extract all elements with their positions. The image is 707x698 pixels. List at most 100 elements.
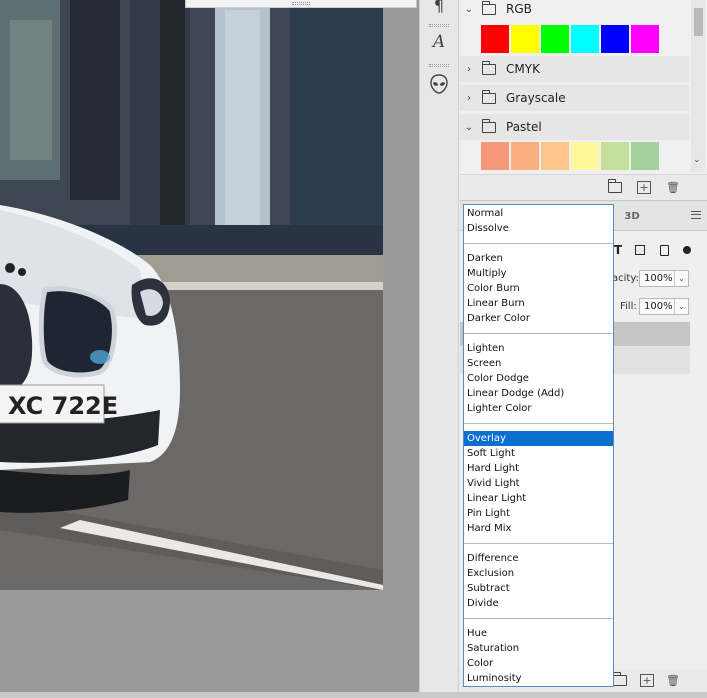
chevron-down-icon[interactable]: ⌄ — [460, 4, 478, 15]
menu-separator — [464, 236, 613, 251]
blend-mode-linear-light[interactable]: Linear Light — [464, 491, 613, 506]
swatch[interactable] — [601, 142, 629, 170]
car-photo: XC 722E — [0, 0, 383, 590]
blend-mode-soft-light[interactable]: Soft Light — [464, 446, 613, 461]
swatch-group-cmyk[interactable]: › CMYK — [460, 56, 689, 82]
blend-mode-color[interactable]: Color — [464, 656, 613, 671]
chevron-right-icon[interactable]: › — [460, 64, 478, 75]
swatches-panel: ⌄ RGB › CMYK › Grayscale ⌄ Pastel — [460, 0, 707, 200]
swatch[interactable] — [571, 142, 599, 170]
fill-label: Fill: — [620, 301, 637, 312]
opacity-field[interactable]: 100% ⌄ — [639, 270, 689, 287]
swatches-scrollbar[interactable]: ⌄ — [691, 0, 705, 172]
swatch[interactable] — [511, 25, 539, 53]
blend-mode-linear-burn[interactable]: Linear Burn — [464, 296, 613, 311]
panel-menu-icon[interactable] — [691, 211, 701, 219]
character-glyph: A — [432, 32, 446, 52]
trash-icon[interactable]: 🗑 — [666, 181, 680, 194]
blend-mode-hard-mix[interactable]: Hard Mix — [464, 521, 613, 536]
floating-toolbar[interactable] — [185, 0, 417, 8]
folder-icon — [482, 60, 496, 75]
blend-mode-hard-light[interactable]: Hard Light — [464, 461, 613, 476]
fill-field[interactable]: 100% ⌄ — [639, 298, 689, 315]
blend-mode-darken[interactable]: Darken — [464, 251, 613, 266]
blend-mode-hue[interactable]: Hue — [464, 626, 613, 641]
paragraph-icon[interactable]: ¶ — [428, 0, 450, 16]
blend-mode-overlay[interactable]: Overlay — [464, 431, 613, 446]
blend-mode-color-dodge[interactable]: Color Dodge — [464, 371, 613, 386]
swatch-group-label: RGB — [506, 2, 532, 16]
new-group-folder-icon[interactable] — [613, 672, 627, 687]
swatch[interactable] — [571, 25, 599, 53]
blend-mode-vivid-light[interactable]: Vivid Light — [464, 476, 613, 491]
menu-separator — [464, 326, 613, 341]
smart-object-filter-icon[interactable] — [656, 243, 672, 257]
alien-extension-icon[interactable] — [428, 73, 450, 95]
strip-grip[interactable] — [429, 64, 449, 67]
menu-separator — [464, 611, 613, 626]
blend-mode-lighter-color[interactable]: Lighter Color — [464, 401, 613, 416]
scroll-down-icon[interactable]: ⌄ — [693, 155, 701, 165]
character-style-icon[interactable]: A — [428, 31, 450, 53]
blend-mode-linear-dodge[interactable]: Linear Dodge (Add) — [464, 386, 613, 401]
fill-value: 100% — [644, 301, 673, 312]
swatch[interactable] — [601, 25, 629, 53]
blend-mode-saturation[interactable]: Saturation — [464, 641, 613, 656]
filter-toggle-icon[interactable] — [679, 243, 695, 257]
blend-mode-normal[interactable]: Normal — [464, 206, 613, 221]
new-swatch-icon[interactable]: + — [637, 181, 651, 194]
swatch-group-label: Grayscale — [506, 91, 566, 105]
blend-mode-dropdown[interactable]: Normal Dissolve Darken Multiply Color Bu… — [463, 204, 614, 687]
menu-separator — [464, 536, 613, 551]
folder-icon — [482, 118, 496, 133]
swatch[interactable] — [631, 25, 659, 53]
document-canvas[interactable]: XC 722E — [0, 0, 419, 692]
chevron-down-icon[interactable]: ⌄ — [674, 299, 688, 314]
status-strip — [0, 692, 707, 698]
swatch-row-rgb — [481, 25, 661, 55]
swatch[interactable] — [481, 25, 509, 53]
opacity-label: acity: — [612, 273, 639, 284]
blend-mode-multiply[interactable]: Multiply — [464, 266, 613, 281]
plate-text: XC 722E — [8, 392, 118, 420]
blend-mode-dissolve[interactable]: Dissolve — [464, 221, 613, 236]
new-group-folder-icon[interactable] — [608, 179, 622, 194]
trash-icon[interactable]: 🗑 — [666, 674, 680, 687]
chevron-down-icon[interactable]: ⌄ — [460, 122, 478, 133]
blend-mode-darker-color[interactable]: Darker Color — [464, 311, 613, 326]
blend-mode-lighten[interactable]: Lighten — [464, 341, 613, 356]
swatch[interactable] — [481, 142, 509, 170]
swatch[interactable] — [541, 25, 569, 53]
shape-filter-icon[interactable] — [632, 243, 648, 257]
scrollbar-thumb[interactable] — [694, 8, 703, 36]
tab-3d[interactable]: 3D — [615, 201, 649, 231]
blend-mode-subtract[interactable]: Subtract — [464, 581, 613, 596]
blend-mode-divide[interactable]: Divide — [464, 596, 613, 611]
swatch-row-pastel — [481, 142, 661, 172]
swatch-group-pastel[interactable]: ⌄ Pastel — [460, 114, 689, 140]
swatch[interactable] — [511, 142, 539, 170]
chevron-right-icon[interactable]: › — [460, 93, 478, 104]
new-layer-icon[interactable]: + — [640, 674, 654, 687]
swatch[interactable] — [541, 142, 569, 170]
collapsed-panel-strip: ¶ A — [419, 0, 459, 692]
blend-mode-luminosity[interactable]: Luminosity — [464, 671, 613, 686]
opacity-value: 100% — [644, 273, 673, 284]
strip-grip[interactable] — [429, 24, 449, 27]
blend-mode-screen[interactable]: Screen — [464, 356, 613, 371]
menu-separator — [464, 416, 613, 431]
chevron-down-icon[interactable]: ⌄ — [674, 271, 688, 286]
car-photo-image: XC 722E — [0, 0, 383, 590]
swatches-footer: + 🗑 — [460, 174, 707, 200]
folder-icon — [482, 0, 496, 15]
drag-handle[interactable] — [292, 2, 310, 5]
blend-mode-pin-light[interactable]: Pin Light — [464, 506, 613, 521]
swatch-group-rgb[interactable]: ⌄ RGB — [460, 0, 689, 22]
blend-mode-difference[interactable]: Difference — [464, 551, 613, 566]
blend-mode-color-burn[interactable]: Color Burn — [464, 281, 613, 296]
swatch-group-grayscale[interactable]: › Grayscale — [460, 85, 689, 111]
swatch-group-label: Pastel — [506, 120, 542, 134]
folder-icon — [482, 89, 496, 104]
swatch[interactable] — [631, 142, 659, 170]
blend-mode-exclusion[interactable]: Exclusion — [464, 566, 613, 581]
